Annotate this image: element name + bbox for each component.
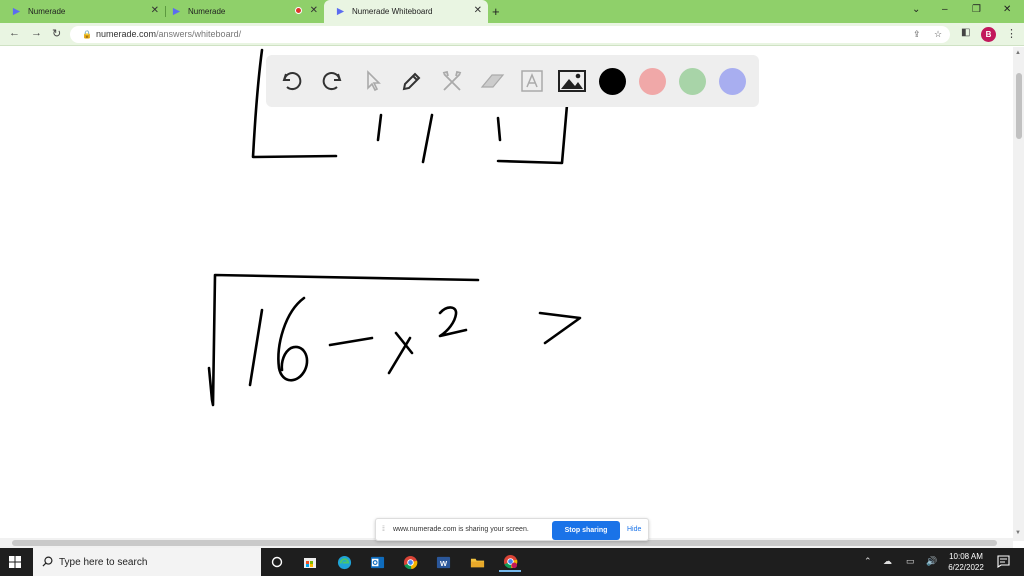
windows-start-icon[interactable]	[9, 556, 21, 568]
hammer-wrench-icon	[442, 70, 462, 91]
matrix-entry-stroke	[376, 113, 383, 142]
tab-numerade-2[interactable]: Numerade ✕	[160, 0, 324, 23]
menu-kebab-icon[interactable]: ⋮	[1006, 27, 1017, 40]
url-text: numerade.com/answers/whiteboard/	[96, 29, 241, 39]
search-placeholder: Type here to search	[59, 557, 148, 568]
back-button[interactable]: ←	[9, 27, 20, 39]
greater-than-stroke	[538, 311, 582, 345]
vertical-scroll-thumb[interactable]	[1016, 73, 1022, 139]
whiteboard-canvas[interactable]	[0, 47, 1024, 541]
lock-icon: 🔒	[82, 30, 92, 39]
minimize-button[interactable]: –	[942, 4, 948, 15]
text-icon	[521, 70, 543, 92]
close-tab-icon[interactable]: ✕	[474, 6, 482, 16]
task-view-icon[interactable]	[266, 552, 288, 572]
handwriting-layer	[207, 48, 582, 407]
image-tool-button[interactable]	[557, 66, 587, 96]
recording-indicator-icon	[295, 7, 302, 14]
bookmark-star-icon[interactable]: ☆	[934, 29, 942, 40]
navigation-bar: ← → ↻ 🔒 numerade.com/answers/whiteboard/…	[0, 23, 1024, 46]
address-bar[interactable]: 🔒 numerade.com/answers/whiteboard/ ⇪ ☆	[70, 26, 950, 43]
numerade-logo-icon	[336, 7, 345, 16]
side-panel-icon[interactable]: ◧	[961, 27, 970, 38]
chrome-profile-icon[interactable]	[499, 552, 521, 572]
screen-share-banner: ⁞⁞ www.numerade.com is sharing your scre…	[375, 518, 649, 541]
forward-button[interactable]: →	[31, 27, 42, 39]
store-icon[interactable]	[299, 552, 321, 572]
vertical-scrollbar[interactable]: ▲ ▼	[1013, 47, 1024, 541]
share-message: www.numerade.com is sharing your screen.	[393, 526, 529, 533]
chrome-icon[interactable]	[399, 552, 421, 572]
select-tool-button[interactable]	[357, 66, 387, 96]
outlook-icon[interactable]	[366, 552, 388, 572]
clock-date: 6/22/2022	[948, 563, 984, 572]
share-icon[interactable]: ⇪	[913, 29, 921, 40]
new-tab-button[interactable]: +	[492, 4, 500, 19]
volume-icon[interactable]: 🔊	[926, 556, 937, 567]
file-explorer-icon[interactable]	[466, 552, 488, 572]
digit-one-stroke	[248, 308, 264, 387]
hide-banner-link[interactable]: Hide	[627, 526, 641, 533]
matrix-entry-stroke	[496, 116, 502, 142]
matrix-entry-stroke	[421, 113, 434, 164]
color-swatch-red[interactable]	[639, 68, 666, 95]
numerade-logo-icon	[12, 7, 21, 16]
word-icon[interactable]: W	[432, 552, 454, 572]
text-tool-button[interactable]	[517, 66, 547, 96]
minus-sign-stroke	[328, 336, 374, 347]
search-icon	[42, 556, 53, 567]
close-tab-icon[interactable]: ✕	[151, 6, 159, 16]
color-swatch-blue[interactable]	[719, 68, 746, 95]
svg-text:W: W	[439, 558, 447, 567]
restore-button[interactable]: ❐	[972, 4, 981, 15]
tools-button[interactable]	[437, 66, 467, 96]
tab-numerade-1[interactable]: Numerade ✕	[0, 0, 165, 23]
image-icon	[558, 70, 586, 92]
tab-strip: Numerade ✕ Numerade ✕ Numerade Whiteboar…	[0, 0, 1024, 23]
pen-tool-button[interactable]	[397, 66, 427, 96]
reload-button[interactable]: ↻	[52, 27, 61, 40]
url-domain: numerade.com	[96, 29, 157, 39]
tab-title: Numerade	[28, 7, 66, 16]
drag-handle-icon[interactable]: ⁞⁞	[382, 526, 385, 533]
undo-icon	[282, 72, 302, 90]
x-variable-stroke	[387, 336, 412, 375]
tab-title: Numerade	[188, 7, 226, 16]
digit-six-stroke	[277, 296, 309, 382]
numerade-logo-icon	[172, 7, 181, 16]
tab-search-button[interactable]: ⌄	[912, 4, 920, 15]
whiteboard-toolbar	[266, 55, 759, 107]
clock-time: 10:08 AM	[949, 552, 983, 561]
close-window-button[interactable]: ✕	[1003, 4, 1011, 15]
pen-icon	[402, 72, 421, 91]
tray-overflow-icon[interactable]: ⌃	[864, 556, 872, 567]
color-swatch-black[interactable]	[599, 68, 626, 95]
tab-title: Numerade Whiteboard	[352, 7, 433, 16]
close-tab-icon[interactable]: ✕	[310, 6, 318, 16]
windows-taskbar: Type here to search W ⌃ ☁ ▭ 🔊 10:08 AM 6…	[0, 548, 1024, 576]
edge-browser-icon[interactable]	[333, 552, 355, 572]
cloud-icon[interactable]: ☁	[883, 556, 892, 567]
network-icon[interactable]: ▭	[906, 556, 915, 567]
tab-numerade-whiteboard[interactable]: Numerade Whiteboard ✕	[324, 0, 488, 23]
profile-avatar[interactable]: B	[981, 27, 996, 42]
eraser-tool-button[interactable]	[477, 66, 507, 96]
notification-icon[interactable]	[997, 555, 1010, 568]
cursor-icon	[367, 70, 381, 92]
scroll-up-icon[interactable]: ▲	[1015, 50, 1021, 56]
redo-button[interactable]	[317, 66, 347, 96]
url-path: /answers/whiteboard/	[156, 29, 242, 39]
stop-sharing-button[interactable]: Stop sharing	[552, 521, 620, 540]
eraser-icon	[480, 74, 505, 88]
exponent-two-stroke	[438, 306, 468, 338]
color-swatch-green[interactable]	[679, 68, 706, 95]
redo-icon	[322, 72, 342, 90]
scroll-down-icon[interactable]: ▼	[1015, 530, 1021, 536]
taskbar-clock[interactable]: 10:08 AM 6/22/2022	[944, 551, 988, 573]
taskbar-search-box[interactable]: Type here to search	[33, 548, 261, 576]
undo-button[interactable]	[277, 66, 307, 96]
screen: Numerade ✕ Numerade ✕ Numerade Whiteboar…	[0, 0, 1024, 576]
